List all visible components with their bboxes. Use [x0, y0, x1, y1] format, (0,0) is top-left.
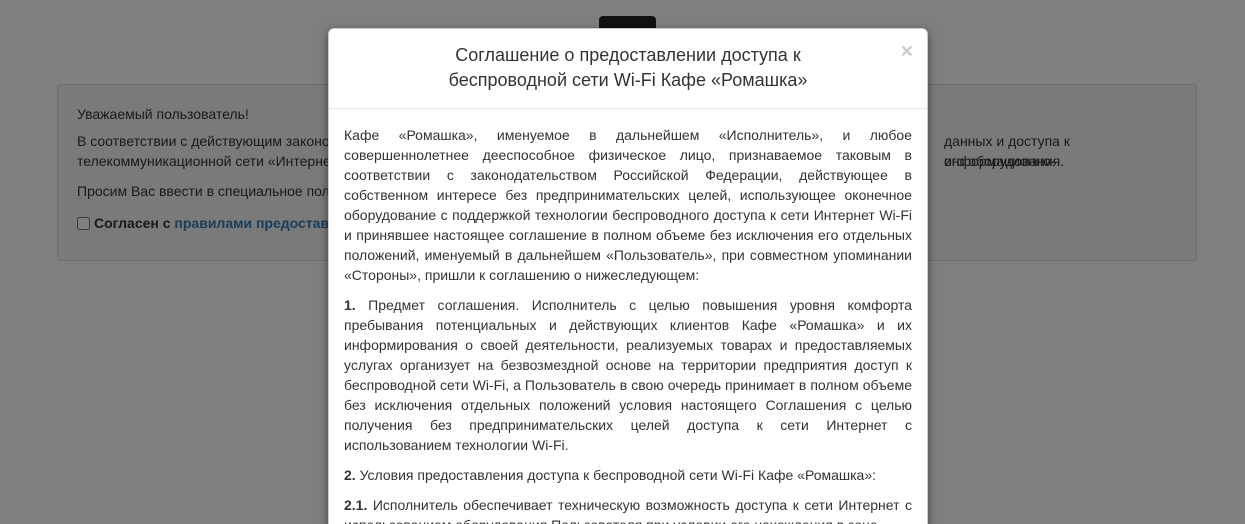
modal-header: Соглашение о предоставлении доступа к бе…	[329, 29, 927, 109]
modal-title: Соглашение о предоставлении доступа к бе…	[418, 43, 838, 93]
modal-title-line2: беспроводной сети Wi-Fi Кафе «Ромашка»	[448, 70, 808, 90]
agreement-section-2-1: 2.1. Исполнитель обеспечивает техническу…	[344, 495, 912, 524]
section-1-text: Предмет соглашения. Исполнитель с целью …	[344, 297, 912, 453]
close-icon[interactable]: ×	[901, 41, 913, 62]
modal-title-line1: Соглашение о предоставлении доступа к	[455, 45, 801, 65]
section-2-1-number: 2.1.	[344, 497, 368, 513]
agreement-section-2: 2. Условия предоставления доступа к бесп…	[344, 465, 912, 485]
section-2-1-text: Исполнитель обеспечивает техническую воз…	[344, 497, 912, 524]
modal-body: Кафе «Ромашка», именуемое в дальнейшем «…	[329, 109, 927, 524]
section-1-number: 1.	[344, 297, 356, 313]
section-2-number: 2.	[344, 467, 356, 483]
agreement-intro: Кафе «Ромашка», именуемое в дальнейшем «…	[344, 127, 912, 283]
section-2-text: Условия предоставления доступа к беспров…	[355, 467, 877, 483]
agreement-modal: Соглашение о предоставлении доступа к бе…	[328, 28, 928, 524]
page: Уважаемый пользователь! В соответствии с…	[0, 0, 1245, 524]
agreement-section-1: 1. Предмет соглашения. Исполнитель с цел…	[344, 295, 912, 455]
